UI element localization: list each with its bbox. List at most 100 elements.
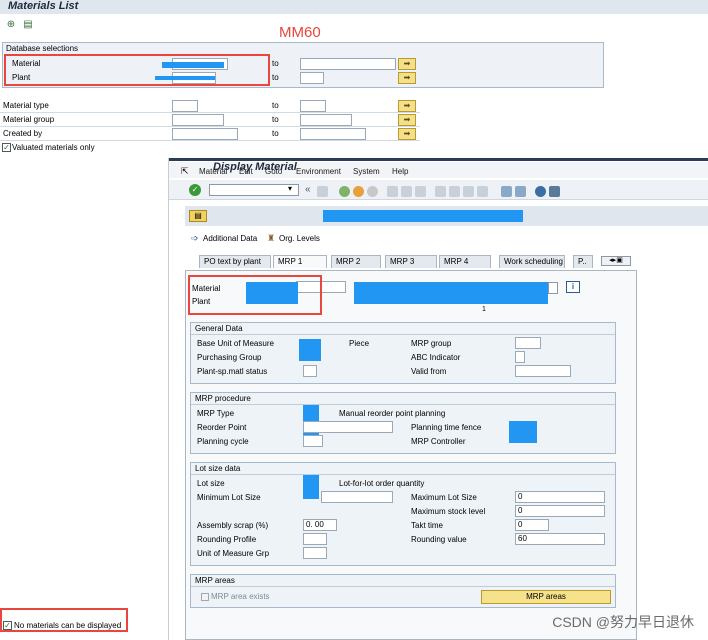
database-selections-header: Database selections	[6, 44, 79, 53]
material-group-to-input[interactable]	[300, 114, 352, 126]
menu-system[interactable]: System	[353, 167, 380, 176]
create-session-icon[interactable]	[501, 186, 512, 197]
assembly-scrap-field: 0. 00	[303, 519, 337, 531]
lot-size-header: Lot size data	[191, 463, 615, 475]
max-stock-level-label: Maximum stock level	[411, 507, 486, 516]
execute-icon[interactable]: ⊕	[5, 19, 17, 31]
created-by-to-input[interactable]	[300, 128, 366, 140]
created-by-from-input[interactable]	[172, 128, 238, 140]
material-to-label: to	[272, 59, 279, 68]
menu-exit-icon[interactable]: ⇱	[181, 166, 189, 177]
rounding-profile-field	[303, 533, 327, 545]
org-levels-button[interactable]: Org. Levels	[279, 234, 320, 243]
collapse-icon[interactable]: «	[305, 184, 311, 195]
customize-layout-icon[interactable]	[549, 186, 560, 197]
cancel-icon[interactable]	[367, 186, 378, 197]
tab-scroll-buttons[interactable]: ◂▸▣	[601, 256, 631, 266]
display-material-title: Display Material	[213, 161, 297, 173]
find-next-icon[interactable]	[415, 186, 426, 197]
redacted-title-material	[323, 210, 523, 222]
tab-mrp2[interactable]: MRP 2	[331, 255, 381, 268]
material-group-to-label: to	[272, 115, 279, 124]
material-group-multiple-selection-button[interactable]: ➡	[398, 114, 416, 126]
valuated-checkbox[interactable]: ✓	[2, 143, 11, 152]
mrp-controller-label: MRP Controller	[411, 437, 466, 446]
material-type-from-input[interactable]	[172, 100, 198, 112]
mrp-areas-section: MRP areas MRP area exists MRP areas	[190, 574, 616, 608]
exit-icon[interactable]	[353, 186, 364, 197]
tab-mrp1[interactable]: MRP 1	[273, 255, 327, 268]
save-icon[interactable]	[317, 186, 328, 197]
mrp-areas-button[interactable]: MRP areas	[481, 590, 611, 604]
transaction-annotation: MM60	[279, 24, 321, 41]
material-type-multiple-selection-button[interactable]: ➡	[398, 100, 416, 112]
uom-group-field	[303, 547, 327, 559]
last-page-icon[interactable]	[477, 186, 488, 197]
additional-data-button[interactable]: Additional Data	[203, 234, 257, 243]
tab-mrp3[interactable]: MRP 3	[385, 255, 437, 268]
redacted-lot-size	[303, 475, 319, 499]
enter-icon[interactable]: ✓	[189, 184, 201, 196]
next-page-icon[interactable]	[463, 186, 474, 197]
mrp-area-exists-checkbox	[201, 593, 209, 601]
tab-work-scheduling[interactable]: Work scheduling	[499, 255, 565, 268]
additional-data-icon[interactable]: ➩	[191, 233, 199, 244]
redacted-general-values	[299, 339, 321, 361]
plant-to-label: to	[272, 73, 279, 82]
plant-status-field	[303, 365, 317, 377]
menu-environment[interactable]: Environment	[296, 167, 341, 176]
org-levels-icon[interactable]: ♜	[267, 233, 275, 244]
planning-cycle-label: Planning cycle	[197, 437, 249, 446]
abc-indicator-label: ABC Indicator	[411, 353, 461, 362]
find-icon[interactable]	[401, 186, 412, 197]
tab-more[interactable]: P..	[573, 255, 593, 268]
display-material-window: ⇱ Material Edit Goto Environment System …	[168, 158, 708, 640]
min-lot-size-field	[321, 491, 393, 503]
help-icon[interactable]	[535, 186, 546, 197]
general-data-header: General Data	[191, 323, 615, 335]
get-variant-icon[interactable]: ▤	[22, 19, 34, 31]
purchasing-group-label: Purchasing Group	[197, 353, 262, 362]
general-data-section: General Data Base Unit of Measure Piece …	[190, 322, 616, 384]
material-group-label: Material group	[3, 115, 55, 124]
mrp-procedure-section: MRP procedure MRP Type Manual reorder po…	[190, 392, 616, 454]
mrp-type-text: Manual reorder point planning	[339, 409, 446, 418]
shortcut-icon[interactable]	[515, 186, 526, 197]
tab-mrp4[interactable]: MRP 4	[439, 255, 491, 268]
created-by-label: Created by	[3, 129, 43, 138]
info-icon[interactable]: i	[566, 281, 580, 293]
plant-to-input[interactable]	[300, 72, 324, 84]
valid-from-label: Valid from	[411, 367, 447, 376]
command-dropdown-icon[interactable]: ▾	[288, 184, 292, 193]
menu-help[interactable]: Help	[392, 167, 408, 176]
reorder-point-field	[303, 421, 393, 433]
material-group-from-input[interactable]	[172, 114, 224, 126]
max-lot-size-field: 0	[515, 491, 605, 503]
first-page-icon[interactable]	[435, 186, 446, 197]
lot-size-text: Lot-for-lot order quantity	[339, 479, 425, 488]
print-icon[interactable]	[387, 186, 398, 197]
switch-view-icon[interactable]: ▤	[189, 210, 207, 222]
base-uom-text: Piece	[349, 339, 370, 348]
back-icon[interactable]	[339, 186, 350, 197]
abc-indicator-field	[515, 351, 525, 363]
rounding-profile-label: Rounding Profile	[197, 535, 257, 544]
max-lot-size-label: Maximum Lot Size	[411, 493, 477, 502]
material-type-to-input[interactable]	[300, 100, 326, 112]
material-to-input[interactable]	[300, 58, 396, 70]
material-multiple-selection-button[interactable]: ➡	[398, 58, 416, 70]
uom-group-label: Unit of Measure Grp	[197, 549, 270, 558]
redacted-mrp-controller	[509, 421, 537, 443]
mrp-group-label: MRP group	[411, 339, 452, 348]
highlight-box-header	[188, 275, 322, 315]
previous-page-icon[interactable]	[449, 186, 460, 197]
rounding-value-field: 60	[515, 533, 605, 545]
mrp-area-exists-label: MRP area exists	[211, 592, 270, 601]
mrp1-tab-body: Material Plant i 1 General Data Base Uni…	[185, 270, 637, 640]
lot-size-section: Lot size data Lot size Lot-for-lot order…	[190, 462, 616, 566]
command-field[interactable]	[209, 184, 299, 196]
plant-multiple-selection-button[interactable]: ➡	[398, 72, 416, 84]
tab-po-text-by-plant[interactable]: PO text by plant	[199, 255, 271, 268]
created-by-to-label: to	[272, 129, 279, 138]
created-by-multiple-selection-button[interactable]: ➡	[398, 128, 416, 140]
